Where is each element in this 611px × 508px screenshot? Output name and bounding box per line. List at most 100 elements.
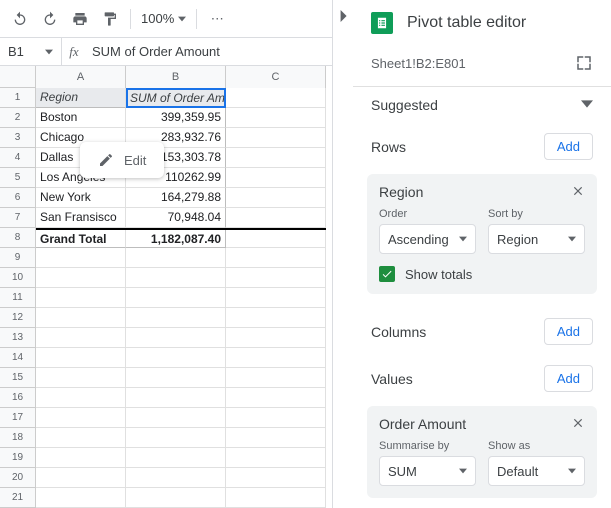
add-columns-button[interactable]: Add: [544, 318, 593, 345]
cell[interactable]: [36, 268, 126, 288]
cell-region[interactable]: Boston: [36, 108, 126, 128]
row-header[interactable]: 14: [0, 348, 36, 368]
cell-region[interactable]: New York: [36, 188, 126, 208]
pivot-header-region[interactable]: Region: [36, 88, 126, 108]
cell-region[interactable]: San Fransisco: [36, 208, 126, 228]
cell[interactable]: [226, 288, 326, 308]
cell[interactable]: [126, 488, 226, 508]
select-range-icon[interactable]: [575, 54, 593, 72]
row-header[interactable]: 16: [0, 388, 36, 408]
close-icon[interactable]: [571, 416, 587, 432]
row-header[interactable]: 6: [0, 188, 36, 208]
cell[interactable]: [36, 368, 126, 388]
cell[interactable]: [226, 408, 326, 428]
cell[interactable]: [226, 230, 326, 248]
row-header[interactable]: 1: [0, 88, 36, 108]
cell[interactable]: [36, 428, 126, 448]
cell[interactable]: [36, 448, 126, 468]
cell[interactable]: [36, 248, 126, 268]
cell[interactable]: [126, 288, 226, 308]
cell[interactable]: [226, 148, 326, 168]
cell-value[interactable]: 70,948.04: [126, 208, 226, 228]
cell[interactable]: [126, 328, 226, 348]
cell[interactable]: [36, 408, 126, 428]
col-header-c[interactable]: C: [226, 66, 326, 88]
cell[interactable]: [36, 288, 126, 308]
row-header[interactable]: 18: [0, 428, 36, 448]
formula-bar[interactable]: SUM of Order Amount: [86, 44, 332, 59]
cell[interactable]: [226, 328, 326, 348]
cell[interactable]: [226, 348, 326, 368]
row-header[interactable]: 12: [0, 308, 36, 328]
add-rows-button[interactable]: Add: [544, 133, 593, 160]
summarise-dropdown[interactable]: SUM: [379, 456, 476, 486]
cell[interactable]: [226, 248, 326, 268]
cell[interactable]: [126, 468, 226, 488]
sortby-dropdown[interactable]: Region: [488, 224, 585, 254]
cell[interactable]: [226, 308, 326, 328]
cell[interactable]: [126, 308, 226, 328]
pivot-header-sum[interactable]: SUM of Order Amount: [126, 88, 226, 108]
cell[interactable]: [36, 348, 126, 368]
cell[interactable]: [126, 268, 226, 288]
cell[interactable]: [126, 248, 226, 268]
row-header[interactable]: 20: [0, 468, 36, 488]
show-totals-checkbox[interactable]: Show totals: [379, 266, 585, 282]
cell[interactable]: [226, 428, 326, 448]
showas-dropdown[interactable]: Default: [488, 456, 585, 486]
suggested-section[interactable]: Suggested: [353, 86, 611, 123]
cell[interactable]: [226, 448, 326, 468]
corner-cell[interactable]: [0, 66, 36, 88]
row-header[interactable]: 19: [0, 448, 36, 468]
undo-icon[interactable]: [10, 9, 30, 29]
cell[interactable]: [36, 488, 126, 508]
row-header[interactable]: 3: [0, 128, 36, 148]
row-header[interactable]: 8: [0, 228, 36, 248]
cell[interactable]: [36, 388, 126, 408]
cell[interactable]: [126, 348, 226, 368]
cell[interactable]: [226, 488, 326, 508]
row-header[interactable]: 17: [0, 408, 36, 428]
row-header[interactable]: 13: [0, 328, 36, 348]
order-dropdown[interactable]: Ascending: [379, 224, 476, 254]
cell[interactable]: [226, 268, 326, 288]
cell[interactable]: [126, 428, 226, 448]
cell[interactable]: [226, 468, 326, 488]
cell[interactable]: [226, 88, 326, 108]
redo-icon[interactable]: [40, 9, 60, 29]
more-icon[interactable]: ⋯: [207, 9, 227, 29]
row-header[interactable]: 2: [0, 108, 36, 128]
grand-total-label[interactable]: Grand Total: [36, 230, 126, 248]
cell[interactable]: [126, 408, 226, 428]
row-header[interactable]: 9: [0, 248, 36, 268]
cell[interactable]: [126, 388, 226, 408]
cell-reference[interactable]: B1: [0, 38, 62, 65]
cell[interactable]: [126, 448, 226, 468]
cell[interactable]: [126, 368, 226, 388]
row-header[interactable]: 15: [0, 368, 36, 388]
cell[interactable]: [36, 308, 126, 328]
cell[interactable]: [36, 468, 126, 488]
print-icon[interactable]: [70, 9, 90, 29]
add-values-button[interactable]: Add: [544, 365, 593, 392]
cell[interactable]: [226, 188, 326, 208]
cell[interactable]: [226, 368, 326, 388]
cell[interactable]: [226, 108, 326, 128]
cell-value[interactable]: 164,279.88: [126, 188, 226, 208]
panel-collapse-icon[interactable]: [333, 0, 353, 508]
paint-format-icon[interactable]: [100, 9, 120, 29]
col-header-b[interactable]: B: [126, 66, 226, 88]
cell[interactable]: [226, 168, 326, 188]
zoom-dropdown[interactable]: 100%: [141, 11, 186, 26]
cell[interactable]: [226, 128, 326, 148]
cell[interactable]: [226, 388, 326, 408]
row-header[interactable]: 4: [0, 148, 36, 168]
range-text[interactable]: Sheet1!B2:E801: [371, 56, 466, 71]
row-header[interactable]: 10: [0, 268, 36, 288]
cell-value[interactable]: 399,359.95: [126, 108, 226, 128]
cell[interactable]: [226, 208, 326, 228]
row-header[interactable]: 7: [0, 208, 36, 228]
cell[interactable]: [36, 328, 126, 348]
row-header[interactable]: 5: [0, 168, 36, 188]
row-header[interactable]: 21: [0, 488, 36, 508]
